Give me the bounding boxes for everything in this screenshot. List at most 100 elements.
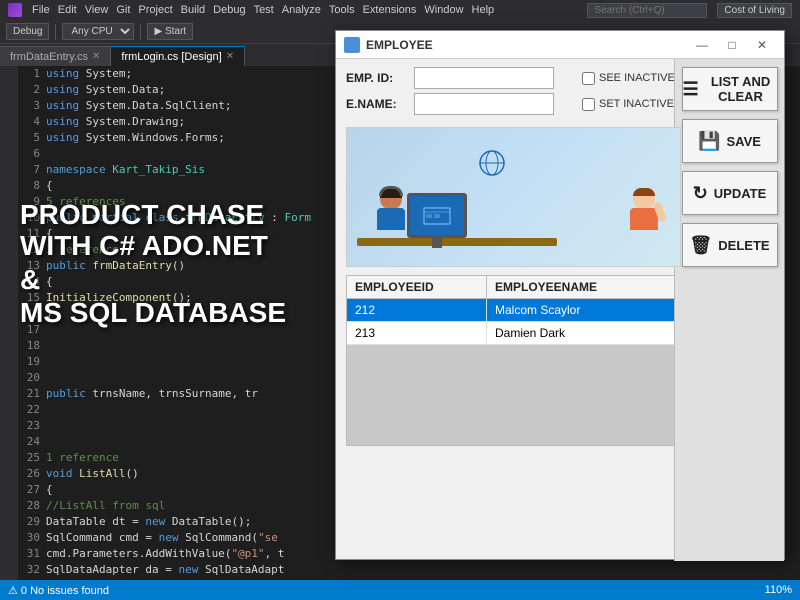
code-editor: 1 using System; 2 using System.Data; 3 u…	[18, 66, 348, 580]
emp-id-input[interactable]	[414, 67, 554, 89]
maximize-button[interactable]: □	[718, 35, 746, 55]
window-title: EMPLOYEE	[366, 38, 688, 52]
tab-frmLogin[interactable]: frmLogin.cs [Design] ✕	[111, 46, 245, 66]
code-line-1: 1 using System;	[18, 66, 348, 82]
tab-frmDataEntry-close-icon[interactable]: ✕	[92, 51, 100, 62]
code-line-11: 11 {	[18, 226, 348, 242]
code-line-2: 2 using System.Data;	[18, 82, 348, 98]
grid-header: EMPLOYEEID EMPLOYEENAME	[347, 276, 680, 299]
see-inactive-checkbox[interactable]	[582, 72, 595, 85]
search-input[interactable]	[587, 3, 707, 18]
menu-tools[interactable]: Tools	[329, 4, 355, 16]
menu-analyze[interactable]: Analyze	[282, 4, 321, 16]
code-line-10: 10 public partial class frmDataEntry : F…	[18, 210, 348, 226]
update-button[interactable]: ↻ UPDATE	[682, 171, 778, 215]
emp-name-input[interactable]	[414, 93, 554, 115]
see-inactive-checkbox-item: SEE INACTIVE	[582, 72, 675, 85]
menu-items: File Edit View Git Project Build Debug T…	[32, 4, 494, 16]
person-right-body	[630, 208, 658, 230]
desk-surface	[357, 238, 557, 246]
person-left-body	[377, 208, 405, 230]
code-line-16: 16 }	[18, 306, 348, 322]
code-line-6: 6	[18, 146, 348, 162]
code-line-20: 20	[18, 370, 348, 386]
code-line-8: 8 {	[18, 178, 348, 194]
illustration-area	[346, 127, 681, 267]
code-line-23: 23	[18, 418, 348, 434]
toolbar-separator-2	[140, 24, 141, 40]
window-body: ☰ LIST AND CLEAR 💾 SAVE ↻ UPDATE 🗑 DELET…	[336, 59, 784, 559]
employee-data-grid: EMPLOYEEID EMPLOYEENAME 212 Malcom Scayl…	[346, 275, 681, 446]
code-line-7: 7 namespace Kart_Takip_Sis	[18, 162, 348, 178]
delete-icon: 🗑	[689, 236, 712, 254]
set-inactive-checkbox-item: SET INACTIVE	[582, 98, 674, 111]
emp-name-label: E.NAME:	[346, 97, 406, 111]
menu-build[interactable]: Build	[181, 4, 205, 16]
set-inactive-checkbox[interactable]	[582, 98, 595, 111]
code-line-31: 31 cmd.Parameters.AddWithValue("@p1", t	[18, 546, 348, 562]
code-line-13: 13 public frmDataEntry()	[18, 258, 348, 274]
code-line-24: 24	[18, 434, 348, 450]
cost-living-badge: Cost of Living	[717, 3, 792, 18]
grid-empty-area	[347, 345, 680, 445]
screen-content-icon	[422, 206, 452, 226]
menu-extensions[interactable]: Extensions	[363, 4, 417, 16]
tab-frmDataEntry[interactable]: frmDataEntry.cs ✕	[0, 46, 111, 66]
menu-test[interactable]: Test	[254, 4, 274, 16]
code-line-12: 12 1 reference	[18, 242, 348, 258]
delete-label: DELETE	[718, 238, 769, 253]
code-line-15: 15 InitializeComponent();	[18, 290, 348, 306]
tab-frmLogin-close-icon[interactable]: ✕	[226, 51, 234, 62]
code-line-21: 21 public trnsName, trnsSurname, tr	[18, 386, 348, 402]
menu-project[interactable]: Project	[138, 4, 172, 16]
action-panel: ☰ LIST AND CLEAR 💾 SAVE ↻ UPDATE 🗑 DELET…	[674, 59, 784, 559]
code-line-32: 32 SqlDataAdapter da = new SqlDataAdapt	[18, 562, 348, 578]
code-line-9: 9 5 references	[18, 194, 348, 210]
list-and-clear-button[interactable]: ☰ LIST AND CLEAR	[682, 67, 778, 111]
menu-file[interactable]: File	[32, 4, 50, 16]
save-button[interactable]: 💾 SAVE	[682, 119, 778, 163]
status-text: ⚠ 0 No issues found	[8, 584, 109, 597]
menu-git[interactable]: Git	[116, 4, 130, 16]
update-icon: ↻	[693, 184, 708, 202]
vs-logo-icon	[8, 3, 22, 17]
see-inactive-label: SEE INACTIVE	[599, 72, 675, 84]
debug-button[interactable]: Debug	[6, 23, 49, 40]
emp-id-label: EMP. ID:	[346, 71, 406, 85]
zoom-level: 110%	[765, 584, 792, 596]
sidebar-left	[0, 66, 18, 600]
menu-view[interactable]: View	[85, 4, 109, 16]
cpu-dropdown[interactable]: Any CPU	[62, 23, 134, 40]
close-button[interactable]: ✕	[748, 35, 776, 55]
code-line-4: 4 using System.Drawing;	[18, 114, 348, 130]
grid-cell-name-213: Damien Dark	[487, 322, 680, 344]
minimize-button[interactable]: —	[688, 35, 716, 55]
menu-debug[interactable]: Debug	[213, 4, 245, 16]
grid-row-213[interactable]: 213 Damien Dark	[347, 322, 680, 345]
col-header-employeename: EMPLOYEENAME	[487, 276, 680, 298]
code-line-17: 17	[18, 322, 348, 338]
headphones-icon	[379, 186, 403, 196]
save-icon: 💾	[698, 132, 720, 150]
checkbox-group: SEE INACTIVE	[582, 72, 675, 85]
code-line-28: 28 //ListAll from sql	[18, 498, 348, 514]
delete-button[interactable]: 🗑 DELETE	[682, 223, 778, 267]
update-label: UPDATE	[714, 186, 766, 201]
window-title-bar: EMPLOYEE — □ ✕	[336, 31, 784, 59]
menu-window[interactable]: Window	[424, 4, 463, 16]
start-button[interactable]: ▶ Start	[147, 23, 193, 40]
menu-help[interactable]: Help	[472, 4, 495, 16]
code-line-27: 27 {	[18, 482, 348, 498]
code-line-19: 19	[18, 354, 348, 370]
status-right: 110%	[765, 584, 792, 596]
person-right-hair	[633, 188, 655, 196]
col-header-employeeid: EMPLOYEEID	[347, 276, 487, 298]
set-inactive-group: SET INACTIVE	[582, 98, 674, 111]
code-line-26: 26 void ListAll()	[18, 466, 348, 482]
menu-edit[interactable]: Edit	[58, 4, 77, 16]
list-and-clear-label: LIST AND CLEAR	[705, 74, 777, 104]
code-line-30: 30 SqlCommand cmd = new SqlCommand("se	[18, 530, 348, 546]
person-left	[375, 188, 407, 238]
grid-row-212[interactable]: 212 Malcom Scaylor	[347, 299, 680, 322]
status-bar: ⚠ 0 No issues found 110%	[0, 580, 800, 600]
